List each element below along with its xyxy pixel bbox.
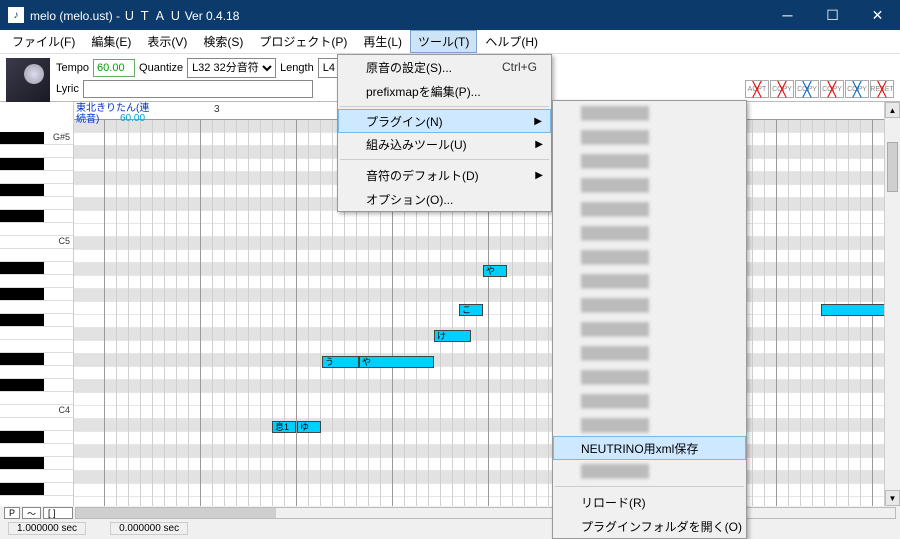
plugins-submenu: ████████████████████████████████████████… (552, 100, 747, 539)
horizontal-scrollbar[interactable] (75, 507, 896, 519)
menu-item-voicebank-settings[interactable]: 原音の設定(S)...Ctrl+G (338, 55, 551, 79)
mini-reset-button[interactable]: RESET╳ (870, 80, 894, 98)
mini-copy-button[interactable]: COPY╳ (770, 80, 794, 98)
plugin-item[interactable]: ████████ (553, 197, 746, 221)
window-title: melo (melo.ust) - Ｕ Ｔ Ａ Ｕ Ver 0.4.18 (30, 7, 765, 24)
menu-file[interactable]: ファイル(F) (4, 30, 83, 53)
menu-item-note-default[interactable]: 音符のデフォルト(D)▶ (338, 163, 551, 187)
key-label-c5: C5 (58, 236, 70, 246)
status-p-button[interactable]: P (4, 507, 20, 519)
statusbar: P ～ [ ] 1.000000 sec 0.000000 sec (0, 506, 900, 536)
plugin-item[interactable]: ████████ (553, 389, 746, 413)
status-time-2: 0.000000 sec (110, 522, 188, 535)
plugin-item[interactable]: ████████ (553, 173, 746, 197)
hscroll-thumb[interactable] (76, 508, 276, 518)
quantize-select[interactable]: L32 32分音符 (187, 58, 276, 78)
scroll-thumb[interactable] (887, 142, 898, 192)
length-label: Length (280, 62, 314, 74)
key-label-gs5: G#5 (53, 132, 70, 142)
menu-view[interactable]: 表示(V) (139, 30, 195, 53)
note[interactable]: こ (459, 304, 483, 316)
status-bracket-button[interactable]: [ ] (43, 507, 73, 519)
menu-item-plugins[interactable]: プラグイン(N)▶ (338, 109, 551, 133)
plugin-item[interactable]: ████████ (553, 125, 746, 149)
menu-item-options[interactable]: オプション(O)... (338, 187, 551, 211)
note[interactable]: 息1 (272, 421, 296, 433)
plugin-item[interactable]: ████████ (553, 245, 746, 269)
scroll-up-button[interactable]: ▲ (885, 102, 900, 118)
plugin-item[interactable]: ████████ (553, 221, 746, 245)
plugin-item[interactable]: ████████ (553, 269, 746, 293)
menu-tools[interactable]: ツール(T) (410, 30, 477, 53)
menu-help[interactable]: ヘルプ(H) (477, 30, 546, 53)
key-label-c4: C4 (58, 405, 70, 415)
menu-search[interactable]: 検索(S) (195, 30, 251, 53)
app-icon: ♪ (8, 7, 24, 23)
menu-item-edit-prefixmap[interactable]: prefixmapを編集(P)... (338, 79, 551, 103)
note[interactable]: や (483, 265, 507, 277)
lyric-input[interactable] (83, 80, 313, 98)
keyboard-column[interactable]: G#5 C5 C4 (0, 102, 74, 506)
plugin-open-folder[interactable]: プラグインフォルダを開く(O) (553, 514, 746, 538)
menu-play[interactable]: 再生(L) (355, 30, 410, 53)
note[interactable]: け (434, 330, 471, 342)
plugin-item[interactable]: ████████ (553, 365, 746, 389)
lyric-label: Lyric (56, 83, 79, 95)
tempo-input[interactable] (93, 59, 135, 77)
plugin-item[interactable]: ████████ (553, 149, 746, 173)
maximize-button[interactable]: ☐ (810, 0, 855, 30)
note[interactable]: 越 (821, 304, 884, 316)
voicebank-avatar[interactable] (6, 58, 50, 102)
plugin-reload[interactable]: リロード(R) (553, 490, 746, 514)
plugin-item[interactable]: ████████ (553, 341, 746, 365)
vertical-scrollbar[interactable]: ▲ ▼ (884, 102, 900, 506)
plugin-item[interactable]: ████████ (553, 459, 746, 483)
menu-item-builtin-tools[interactable]: 組み込みツール(U)▶ (338, 132, 551, 156)
plugin-item-neutrino[interactable]: NEUTRINO用xml保存 (553, 436, 746, 460)
mini-copy-button[interactable]: COPY╳ (820, 80, 844, 98)
scroll-down-button[interactable]: ▼ (885, 490, 900, 506)
close-button[interactable]: ✕ (855, 0, 900, 30)
status-tilde-button[interactable]: ～ (22, 507, 41, 519)
quantize-label: Quantize (139, 62, 183, 74)
minimize-button[interactable]: ─ (765, 0, 810, 30)
plugin-item[interactable]: ████████ (553, 101, 746, 125)
menu-edit[interactable]: 編集(E) (83, 30, 139, 53)
menu-project[interactable]: プロジェクト(P) (251, 30, 355, 53)
note[interactable]: や (359, 356, 434, 368)
tools-menu: 原音の設定(S)...Ctrl+G prefixmapを編集(P)... プラグ… (337, 54, 552, 212)
mini-copy-button[interactable]: COPY╳ (795, 80, 819, 98)
tempo-label: Tempo (56, 62, 89, 74)
mini-acpt-button[interactable]: ACPT╳ (745, 80, 769, 98)
mini-copy-button[interactable]: COPY╳ (845, 80, 869, 98)
status-time-1: 1.000000 sec (8, 522, 86, 535)
note[interactable]: う (322, 356, 359, 368)
plugin-item[interactable]: ████████ (553, 317, 746, 341)
plugin-item[interactable]: ████████ (553, 413, 746, 437)
menubar: ファイル(F) 編集(E) 表示(V) 検索(S) プロジェクト(P) 再生(L… (0, 30, 900, 54)
plugin-item[interactable]: ████████ (553, 293, 746, 317)
note[interactable]: ゆ (297, 421, 321, 433)
